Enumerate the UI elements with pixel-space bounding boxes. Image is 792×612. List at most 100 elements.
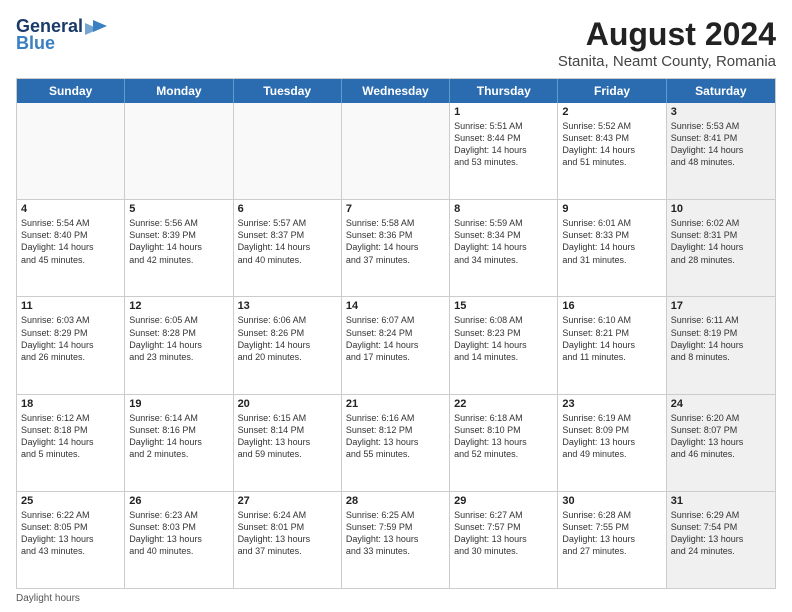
cell-text: Sunrise: 6:01 AM Sunset: 8:33 PM Dayligh…: [562, 217, 661, 266]
cal-cell-2-7: 10Sunrise: 6:02 AM Sunset: 8:31 PM Dayli…: [667, 200, 775, 296]
logo: General Blue: [16, 16, 107, 54]
day-number: 2: [562, 106, 661, 118]
cal-cell-1-5: 1Sunrise: 5:51 AM Sunset: 8:44 PM Daylig…: [450, 103, 558, 199]
cell-text: Sunrise: 6:22 AM Sunset: 8:05 PM Dayligh…: [21, 509, 120, 558]
cal-cell-4-5: 22 Sunrise: 6:18 AM Sunset: 8:10 PM Dayli…: [450, 395, 558, 491]
day-number: 7: [346, 203, 445, 215]
day-number: 6: [238, 203, 337, 215]
cell-text: Sunrise: 5:54 AM Sunset: 8:40 PM Dayligh…: [21, 217, 120, 266]
cell-text: Sunrise: 6:12 AM Sunset: 8:18 PM Dayligh…: [21, 412, 120, 461]
cal-cell-5-3: 27 Sunrise: 6:24 AM Sunset: 8:01 PM Dayli…: [234, 492, 342, 588]
cal-cell-4-2: 19Sunrise: 6:14 AM Sunset: 8:16 PM Dayli…: [125, 395, 233, 491]
day-number: 22: [454, 398, 553, 410]
cal-cell-3-5: 15 Sunrise: 6:08 AM Sunset: 8:23 PM Dayli…: [450, 297, 558, 393]
footer-note: Daylight hours: [16, 593, 776, 604]
logo-blue: Blue: [16, 33, 55, 54]
cal-cell-1-4: [342, 103, 450, 199]
day-number: 31: [671, 495, 771, 507]
cell-text: Sunrise: 6:25 AM Sunset: 7:59 PM Dayligh…: [346, 509, 445, 558]
header-wednesday: Wednesday: [342, 79, 450, 103]
calendar-body: 1Sunrise: 5:51 AM Sunset: 8:44 PM Daylig…: [17, 103, 775, 588]
cal-cell-5-2: 26 Sunrise: 6:23 AM Sunset: 8:03 PM Dayli…: [125, 492, 233, 588]
cal-cell-5-1: 25 Sunrise: 6:22 AM Sunset: 8:05 PM Dayli…: [17, 492, 125, 588]
cell-text: Sunrise: 6:14 AM Sunset: 8:16 PM Dayligh…: [129, 412, 228, 461]
calendar-row-3: 11 Sunrise: 6:03 AM Sunset: 8:29 PM Dayli…: [17, 297, 775, 394]
day-number: 27: [238, 495, 337, 507]
cell-text: Sunrise: 5:53 AM Sunset: 8:41 PM Dayligh…: [671, 120, 771, 169]
day-number: 11: [21, 300, 120, 312]
cal-cell-1-7: 3 Sunrise: 5:53 AM Sunset: 8:41 PM Daylig…: [667, 103, 775, 199]
day-number: 20: [238, 398, 337, 410]
header-monday: Monday: [125, 79, 233, 103]
day-number: 24: [671, 398, 771, 410]
day-number: 9: [562, 203, 661, 215]
cell-text: Sunrise: 6:24 AM Sunset: 8:01 PM Dayligh…: [238, 509, 337, 558]
cal-cell-5-5: 29Sunrise: 6:27 AM Sunset: 7:57 PM Dayli…: [450, 492, 558, 588]
cal-cell-4-1: 18 Sunrise: 6:12 AM Sunset: 8:18 PM Dayli…: [17, 395, 125, 491]
day-number: 14: [346, 300, 445, 312]
cell-text: Sunrise: 5:56 AM Sunset: 8:39 PM Dayligh…: [129, 217, 228, 266]
cal-cell-3-2: 12 Sunrise: 6:05 AM Sunset: 8:28 PM Dayli…: [125, 297, 233, 393]
cell-text: Sunrise: 6:28 AM Sunset: 7:55 PM Dayligh…: [562, 509, 661, 558]
logo-icon: [85, 18, 107, 36]
header-thursday: Thursday: [450, 79, 558, 103]
cal-cell-4-6: 23 Sunrise: 6:19 AM Sunset: 8:09 PM Dayli…: [558, 395, 666, 491]
cal-cell-1-6: 2 Sunrise: 5:52 AM Sunset: 8:43 PM Daylig…: [558, 103, 666, 199]
calendar-header: Sunday Monday Tuesday Wednesday Thursday…: [17, 79, 775, 103]
title-block: August 2024 Stanita, Neamt County, Roman…: [558, 16, 776, 70]
cal-cell-2-5: 8 Sunrise: 5:59 AM Sunset: 8:34 PM Daylig…: [450, 200, 558, 296]
cell-text: Sunrise: 5:57 AM Sunset: 8:37 PM Dayligh…: [238, 217, 337, 266]
cal-cell-1-3: [234, 103, 342, 199]
cell-text: Sunrise: 6:19 AM Sunset: 8:09 PM Dayligh…: [562, 412, 661, 461]
cell-text: Sunrise: 6:03 AM Sunset: 8:29 PM Dayligh…: [21, 314, 120, 363]
day-number: 28: [346, 495, 445, 507]
cal-cell-5-6: 30 Sunrise: 6:28 AM Sunset: 7:55 PM Dayli…: [558, 492, 666, 588]
day-number: 16: [562, 300, 661, 312]
day-number: 21: [346, 398, 445, 410]
day-number: 25: [21, 495, 120, 507]
cell-text: Sunrise: 6:02 AM Sunset: 8:31 PM Dayligh…: [671, 217, 771, 266]
cal-cell-4-3: 20 Sunrise: 6:15 AM Sunset: 8:14 PM Dayli…: [234, 395, 342, 491]
calendar-row-2: 4 Sunrise: 5:54 AM Sunset: 8:40 PM Daylig…: [17, 200, 775, 297]
cell-text: Sunrise: 6:05 AM Sunset: 8:28 PM Dayligh…: [129, 314, 228, 363]
cell-text: Sunrise: 6:08 AM Sunset: 8:23 PM Dayligh…: [454, 314, 553, 363]
cal-cell-3-4: 14Sunrise: 6:07 AM Sunset: 8:24 PM Dayli…: [342, 297, 450, 393]
cal-cell-3-3: 13Sunrise: 6:06 AM Sunset: 8:26 PM Dayli…: [234, 297, 342, 393]
day-number: 26: [129, 495, 228, 507]
header-friday: Friday: [558, 79, 666, 103]
cal-cell-5-4: 28 Sunrise: 6:25 AM Sunset: 7:59 PM Dayli…: [342, 492, 450, 588]
cal-cell-2-4: 7 Sunrise: 5:58 AM Sunset: 8:36 PM Daylig…: [342, 200, 450, 296]
cell-text: Sunrise: 5:58 AM Sunset: 8:36 PM Dayligh…: [346, 217, 445, 266]
day-number: 1: [454, 106, 553, 118]
cal-cell-2-1: 4 Sunrise: 5:54 AM Sunset: 8:40 PM Daylig…: [17, 200, 125, 296]
day-number: 30: [562, 495, 661, 507]
cell-text: Sunrise: 5:59 AM Sunset: 8:34 PM Dayligh…: [454, 217, 553, 266]
day-number: 4: [21, 203, 120, 215]
cell-text: Sunrise: 5:52 AM Sunset: 8:43 PM Dayligh…: [562, 120, 661, 169]
day-number: 8: [454, 203, 553, 215]
cal-cell-3-6: 16Sunrise: 6:10 AM Sunset: 8:21 PM Dayli…: [558, 297, 666, 393]
cell-text: Sunrise: 6:15 AM Sunset: 8:14 PM Dayligh…: [238, 412, 337, 461]
cell-text: Sunrise: 6:23 AM Sunset: 8:03 PM Dayligh…: [129, 509, 228, 558]
header-sunday: Sunday: [17, 79, 125, 103]
day-number: 17: [671, 300, 771, 312]
calendar-row-4: 18 Sunrise: 6:12 AM Sunset: 8:18 PM Dayli…: [17, 395, 775, 492]
cell-text: Sunrise: 6:20 AM Sunset: 8:07 PM Dayligh…: [671, 412, 771, 461]
day-number: 12: [129, 300, 228, 312]
cell-text: Sunrise: 6:06 AM Sunset: 8:26 PM Dayligh…: [238, 314, 337, 363]
day-number: 23: [562, 398, 661, 410]
header-tuesday: Tuesday: [234, 79, 342, 103]
page: General Blue August 2024 Stanita, Neamt …: [0, 0, 792, 612]
cal-cell-4-4: 21 Sunrise: 6:16 AM Sunset: 8:12 PM Dayli…: [342, 395, 450, 491]
day-number: 29: [454, 495, 553, 507]
cell-text: Sunrise: 6:18 AM Sunset: 8:10 PM Dayligh…: [454, 412, 553, 461]
cell-text: Sunrise: 6:16 AM Sunset: 8:12 PM Dayligh…: [346, 412, 445, 461]
cal-cell-5-7: 31Sunrise: 6:29 AM Sunset: 7:54 PM Dayli…: [667, 492, 775, 588]
day-number: 15: [454, 300, 553, 312]
day-number: 18: [21, 398, 120, 410]
header-saturday: Saturday: [667, 79, 775, 103]
header: General Blue August 2024 Stanita, Neamt …: [16, 16, 776, 70]
day-number: 3: [671, 106, 771, 118]
cal-cell-2-6: 9 Sunrise: 6:01 AM Sunset: 8:33 PM Daylig…: [558, 200, 666, 296]
cal-cell-2-3: 6 Sunrise: 5:57 AM Sunset: 8:37 PM Daylig…: [234, 200, 342, 296]
